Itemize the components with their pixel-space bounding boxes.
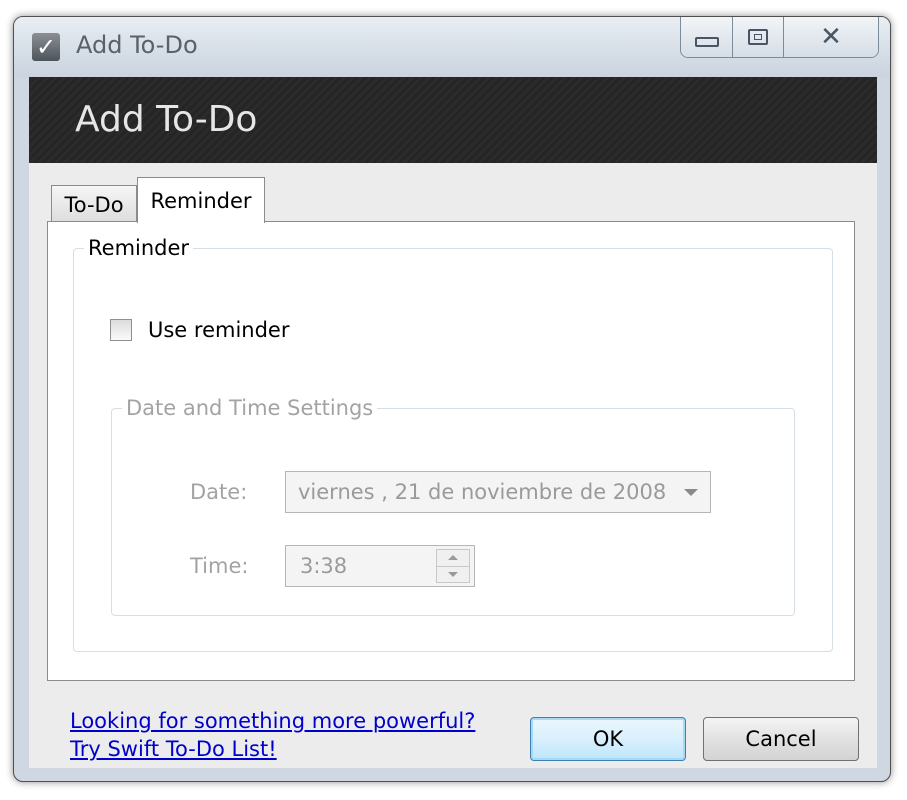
title-bar[interactable]: ✓ Add To-Do ✕ [14, 17, 890, 77]
dialog-body: To-Do Reminder Reminder Use reminder Dat… [29, 163, 877, 768]
date-label: Date: [190, 480, 248, 504]
swift-todo-link[interactable]: Try Swift To-Do List! [70, 737, 277, 761]
datetime-group-legend: Date and Time Settings [126, 396, 374, 420]
ok-button[interactable]: OK [530, 717, 686, 761]
maximize-icon [748, 29, 769, 45]
minimize-button[interactable] [681, 17, 734, 57]
banner-title: Add To-Do [75, 99, 258, 140]
datetime-settings-groupbox: Date and Time Settings Date: viernes , 2… [111, 396, 795, 616]
reminder-group-legend: Reminder [88, 236, 190, 260]
time-value: 3:38 [300, 554, 348, 578]
time-picker[interactable]: 3:38 [285, 545, 475, 587]
spin-up-button[interactable] [437, 550, 469, 566]
reminder-groupbox: Reminder Use reminder Date and Time Sett… [73, 236, 833, 652]
use-reminder-checkbox[interactable] [110, 319, 132, 341]
arrow-up-icon [448, 555, 458, 561]
cancel-button[interactable]: Cancel [703, 717, 859, 761]
date-value: viernes , 21 de noviembre de 2008 [298, 480, 667, 504]
reminder-tab-panel: Reminder Use reminder Date and Time Sett… [47, 221, 855, 681]
time-spinner[interactable] [436, 549, 470, 583]
chevron-down-icon[interactable] [684, 488, 698, 496]
spin-down-button[interactable] [437, 565, 469, 582]
tab-reminder[interactable]: Reminder [137, 177, 265, 223]
add-todo-dialog: ✓ Add To-Do ✕ Add To-Do To-Do Reminder R… [13, 16, 891, 782]
checkbox-check-icon: ✓ [32, 33, 60, 61]
arrow-down-icon [448, 571, 458, 577]
minimize-icon [694, 37, 719, 47]
window-controls: ✕ [680, 17, 879, 58]
maximize-button[interactable] [733, 17, 784, 57]
header-banner: Add To-Do [29, 77, 877, 163]
close-icon: ✕ [820, 22, 842, 52]
tab-todo[interactable]: To-Do [51, 185, 137, 223]
use-reminder-label[interactable]: Use reminder [148, 318, 289, 342]
close-button[interactable]: ✕ [783, 17, 878, 57]
window-title: Add To-Do [76, 31, 198, 59]
time-label: Time: [190, 554, 249, 578]
more-powerful-link[interactable]: Looking for something more powerful? [70, 709, 475, 733]
use-reminder-row[interactable]: Use reminder [110, 318, 289, 342]
date-picker[interactable]: viernes , 21 de noviembre de 2008 [285, 471, 711, 513]
